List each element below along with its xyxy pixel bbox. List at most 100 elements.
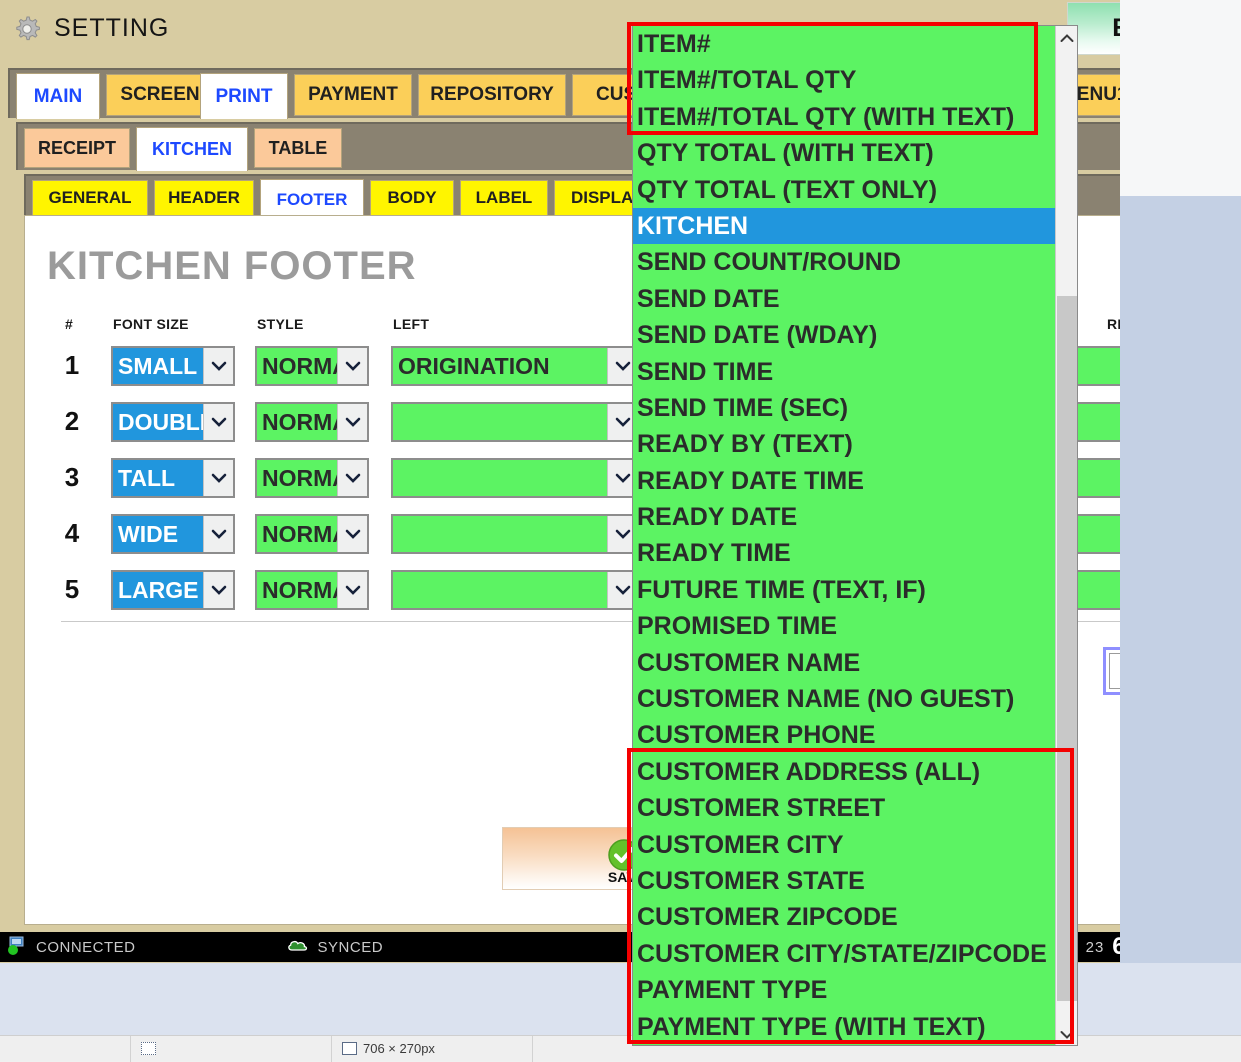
tab-print[interactable]: PRINT xyxy=(200,73,288,119)
left-value-2 xyxy=(393,404,607,440)
dropdown-option[interactable]: SEND TIME xyxy=(633,353,1057,390)
tab-screen[interactable]: SCREEN xyxy=(106,74,214,116)
style-select-5[interactable]: NORMAL xyxy=(255,570,369,610)
cloud-icon xyxy=(286,937,310,957)
chevron-down-icon[interactable] xyxy=(337,460,367,496)
chevron-down-icon[interactable] xyxy=(337,348,367,384)
font-size-select-4[interactable]: WIDE xyxy=(111,514,235,554)
scroll-down-icon[interactable] xyxy=(1056,1023,1077,1045)
dropdown-option[interactable]: CUSTOMER ADDRESS (ALL) xyxy=(633,753,1057,791)
os-separator xyxy=(532,1035,533,1062)
style-select-3[interactable]: NORMAL xyxy=(255,458,369,498)
font-size-select-5[interactable]: LARGE xyxy=(111,570,235,610)
row-number: 2 xyxy=(64,406,80,436)
dropdown-option[interactable]: ITEM#/TOTAL QTY (WITH TEXT) xyxy=(633,98,1057,136)
style-select-4[interactable]: NORMAL xyxy=(255,514,369,554)
dropdown-scrollbar[interactable] xyxy=(1055,26,1077,1045)
tab-body[interactable]: BODY xyxy=(370,180,454,216)
dropdown-option[interactable]: READY DATE xyxy=(633,499,1057,536)
tab-kitchen[interactable]: KITCHEN xyxy=(136,127,248,171)
selection-icon xyxy=(141,1042,156,1055)
col-header-font-size: FONT SIZE xyxy=(113,316,189,332)
dropdown-option[interactable]: QTY TOTAL (TEXT ONLY) xyxy=(633,171,1057,208)
chevron-down-icon[interactable] xyxy=(203,516,233,552)
dropdown-option[interactable]: QTY TOTAL (WITH TEXT) xyxy=(633,135,1057,172)
dropdown-option[interactable]: PROMISED TIME xyxy=(633,608,1057,645)
dropdown-option[interactable]: READY BY (TEXT) xyxy=(633,426,1057,463)
dropdown-option[interactable]: CUSTOMER NAME (NO GUEST) xyxy=(633,681,1057,718)
font-size-value-3: TALL xyxy=(113,460,203,496)
dropdown-option[interactable]: PAYMENT TYPE (WITH TEXT) xyxy=(633,1008,1057,1045)
save-button[interactable]: SAVE xyxy=(502,827,652,890)
dropdown-option[interactable]: CUSTOMER STATE xyxy=(633,862,1057,900)
tab-repository[interactable]: REPOSITORY xyxy=(418,74,566,116)
col-header-left: LEFT xyxy=(393,316,430,332)
dropdown-option[interactable]: CUSTOMER PHONE xyxy=(633,717,1057,754)
dropdown-option[interactable]: CUSTOMER STREET xyxy=(633,790,1057,827)
chevron-down-icon[interactable] xyxy=(203,404,233,440)
dropdown-option[interactable]: KITCHEN xyxy=(633,207,1057,245)
chevron-down-icon[interactable] xyxy=(337,404,367,440)
left-select-1[interactable]: ORIGINATION xyxy=(391,346,639,386)
dropdown-option[interactable]: ITEM# xyxy=(633,26,1057,63)
dropdown-option[interactable]: FUTURE TIME (TEXT, IF) xyxy=(633,571,1057,609)
dropdown-option[interactable]: PAYMENT TYPE xyxy=(633,972,1057,1009)
style-select-1[interactable]: NORMAL xyxy=(255,346,369,386)
style-value-3: NORMAL xyxy=(257,460,337,496)
dropdown-option[interactable]: ITEM#/TOTAL QTY xyxy=(633,62,1057,99)
chevron-down-icon[interactable] xyxy=(203,572,233,608)
scrollbar-thumb[interactable] xyxy=(1057,296,1077,1001)
dropdown-option[interactable]: SEND COUNT/ROUND xyxy=(633,244,1057,281)
os-cell-size: 706 × 270px xyxy=(332,1036,532,1062)
col-header-style: STYLE xyxy=(257,316,304,332)
dropdown-option[interactable]: SEND DATE (WDAY) xyxy=(633,317,1057,354)
left-value-5 xyxy=(393,572,607,608)
tab-footer[interactable]: FOOTER xyxy=(260,179,364,219)
style-value-4: NORMAL xyxy=(257,516,337,552)
tab-main[interactable]: MAIN xyxy=(16,73,100,119)
chevron-down-icon[interactable] xyxy=(337,572,367,608)
left-select-2[interactable] xyxy=(391,402,639,442)
chevron-down-icon[interactable] xyxy=(337,516,367,552)
left-value-3 xyxy=(393,460,607,496)
left-select-4[interactable] xyxy=(391,514,639,554)
font-size-select-2[interactable]: DOUBLE xyxy=(111,402,235,442)
left-select-5[interactable] xyxy=(391,570,639,610)
os-size-label: 706 × 270px xyxy=(363,1041,435,1056)
status-synced-label: SYNCED xyxy=(317,938,384,956)
font-size-value-1: SMALL xyxy=(113,348,203,384)
left-value-4 xyxy=(393,516,607,552)
style-select-2[interactable]: NORMAL xyxy=(255,402,369,442)
font-size-select-1[interactable]: SMALL xyxy=(111,346,235,386)
network-icon xyxy=(6,935,28,959)
gear-icon xyxy=(12,14,42,44)
dropdown-option[interactable]: SEND TIME (SEC) xyxy=(633,389,1057,427)
style-value-5: NORMAL xyxy=(257,572,337,608)
dropdown-option[interactable]: CUSTOMER CITY xyxy=(633,826,1057,863)
left-field-dropdown-list[interactable]: ITEM# ITEM#/TOTAL QTY ITEM#/TOTAL QTY (WIT… xyxy=(632,25,1078,1046)
dropdown-option[interactable]: CUSTOMER ZIPCODE xyxy=(633,899,1057,936)
dropdown-option[interactable]: SEND DATE xyxy=(633,280,1057,318)
dropdown-option[interactable]: READY DATE TIME xyxy=(633,462,1057,500)
tab-general[interactable]: GENERAL xyxy=(32,180,148,216)
status-date: 23 xyxy=(1085,938,1105,956)
chevron-down-icon[interactable] xyxy=(203,460,233,496)
left-value-1: ORIGINATION xyxy=(393,348,607,384)
tab-receipt[interactable]: RECEIPT xyxy=(24,128,130,168)
scroll-up-icon[interactable] xyxy=(1056,26,1077,50)
image-size-icon xyxy=(342,1042,357,1055)
tab-label[interactable]: LABEL xyxy=(460,180,548,216)
left-select-3[interactable] xyxy=(391,458,639,498)
tab-table[interactable]: TABLE xyxy=(254,128,342,168)
status-connected: CONNECTED xyxy=(6,935,136,959)
tab-header[interactable]: HEADER xyxy=(154,180,254,216)
dropdown-option[interactable]: CUSTOMER NAME xyxy=(633,644,1057,682)
tab-payment[interactable]: PAYMENT xyxy=(294,74,412,116)
os-right-panel xyxy=(1120,196,1241,963)
chevron-down-icon[interactable] xyxy=(203,348,233,384)
row-number: 3 xyxy=(64,462,80,492)
font-size-select-3[interactable]: TALL xyxy=(111,458,235,498)
dropdown-option[interactable]: CUSTOMER CITY/STATE/ZIPCODE xyxy=(633,935,1057,973)
status-synced: SYNCED xyxy=(286,937,384,957)
dropdown-option[interactable]: READY TIME xyxy=(633,535,1057,572)
